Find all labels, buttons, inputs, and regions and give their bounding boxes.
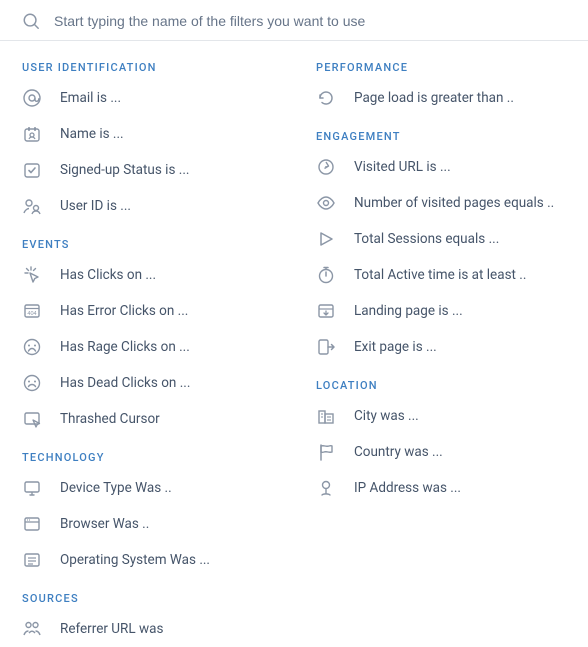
filter-label: Visited URL is ... [354,159,451,175]
filter-option[interactable]: Device Type Was .. [0,470,294,506]
filter-option[interactable]: Visited URL is ... [294,149,588,185]
ip-icon [316,478,336,498]
filter-label: Page load is greater than .. [354,90,514,106]
section-header: ENGAGEMENT [294,116,588,149]
filter-label: Has Dead Clicks on ... [60,375,190,391]
filter-label: Exit page is ... [354,339,437,355]
filter-option[interactable]: Total Sessions equals ... [294,221,588,257]
section-header: USER IDENTIFICATION [0,47,294,80]
dead-clicks-icon [22,373,42,393]
filter-columns: USER IDENTIFICATION Email is ... Name is .… [0,41,588,647]
filter-option[interactable]: Number of visited pages equals .. [294,185,588,221]
filter-label: Has Rage Clicks on ... [60,339,190,355]
filter-option[interactable]: Total Active time is at least .. [294,257,588,293]
filter-label: Has Clicks on ... [60,267,156,283]
filter-option[interactable]: Thrashed Cursor [0,401,294,437]
filter-option[interactable]: Country was ... [294,434,588,470]
filter-label: Total Sessions equals ... [354,231,499,247]
filter-option[interactable]: Page load is greater than .. [294,80,588,116]
city-icon [316,406,336,426]
rage-clicks-icon [22,337,42,357]
load-icon [316,88,336,108]
filter-option[interactable]: Has Clicks on ... [0,257,294,293]
filter-label: Landing page is ... [354,303,463,319]
error-clicks-icon [22,301,42,321]
section-header: EVENTS [0,224,294,257]
left-column: USER IDENTIFICATION Email is ... Name is .… [0,47,294,647]
filter-label: Number of visited pages equals .. [354,195,554,211]
section-header: TECHNOLOGY [0,437,294,470]
eye-icon [316,193,336,213]
browser-icon [22,514,42,534]
exit-icon [316,337,336,357]
visited-url-icon [316,157,336,177]
stopwatch-icon [316,265,336,285]
filter-label: Signed-up Status is ... [60,162,189,178]
device-icon [22,478,42,498]
filter-option[interactable]: Has Rage Clicks on ... [0,329,294,365]
thrashed-cursor-icon [22,409,42,429]
filter-option[interactable]: Signed-up Status is ... [0,152,294,188]
filter-option[interactable]: Operating System Was ... [0,542,294,578]
clicks-icon [22,265,42,285]
filter-option[interactable]: Email is ... [0,80,294,116]
section-header: LOCATION [294,365,588,398]
filter-label: Operating System Was ... [60,552,210,568]
filter-label: Total Active time is at least .. [354,267,526,283]
filter-option[interactable]: Has Dead Clicks on ... [0,365,294,401]
filter-option[interactable]: Browser Was .. [0,506,294,542]
filter-label: Referrer URL was [60,621,163,637]
landing-icon [316,301,336,321]
search-icon [22,12,40,30]
userid-icon [22,196,42,216]
filter-label: Email is ... [60,90,121,106]
flag-icon [316,442,336,462]
filter-option[interactable]: City was ... [294,398,588,434]
play-icon [316,229,336,249]
filter-label: Has Error Clicks on ... [60,303,188,319]
filter-label: Thrashed Cursor [60,411,160,427]
filter-option[interactable]: IP Address was ... [294,470,588,506]
filter-label: Browser Was .. [60,516,149,532]
filter-label: User ID is ... [60,198,131,214]
name-icon [22,124,42,144]
filter-option[interactable]: Exit page is ... [294,329,588,365]
search-input[interactable] [52,12,566,30]
filter-label: Device Type Was .. [60,480,172,496]
section-header: SOURCES [0,578,294,611]
filter-label: Name is ... [60,126,124,142]
filter-option[interactable]: Has Error Clicks on ... [0,293,294,329]
filter-option[interactable]: Name is ... [0,116,294,152]
filter-label: City was ... [354,408,419,424]
section-header: PERFORMANCE [294,47,588,80]
at-icon [22,88,42,108]
referrer-icon [22,619,42,639]
filter-option[interactable]: Referrer URL was [0,611,294,647]
search-bar [0,0,588,41]
filter-option[interactable]: Landing page is ... [294,293,588,329]
signup-icon [22,160,42,180]
filter-option[interactable]: User ID is ... [0,188,294,224]
os-icon [22,550,42,570]
right-column: PERFORMANCE Page load is greater than .. E… [294,47,588,647]
filter-label: IP Address was ... [354,480,461,496]
filter-label: Country was ... [354,444,443,460]
